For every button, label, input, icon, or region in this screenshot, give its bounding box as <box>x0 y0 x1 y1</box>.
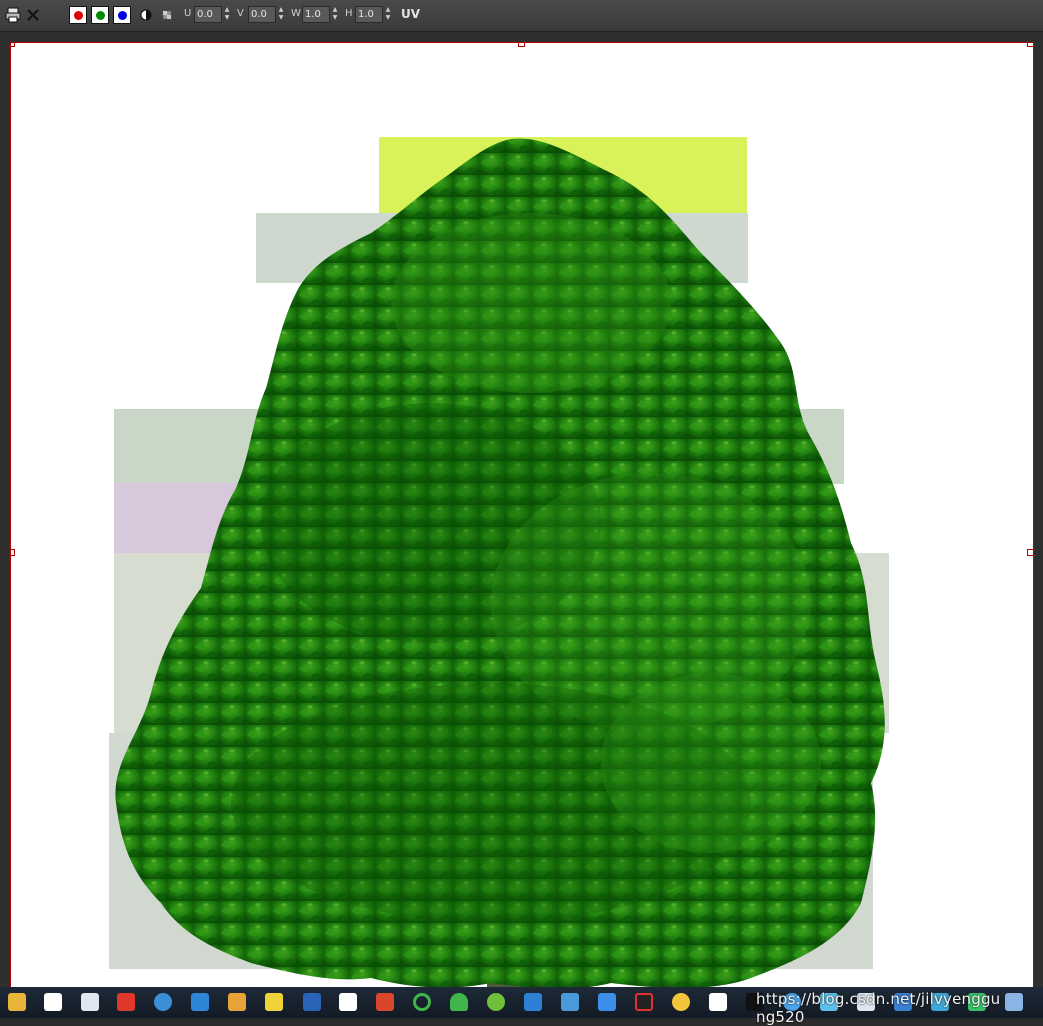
mail-icon[interactable] <box>561 993 579 1011</box>
v-label: V <box>237 8 244 19</box>
revit-icon[interactable] <box>303 993 321 1011</box>
v-input[interactable] <box>248 6 276 23</box>
tree-image <box>115 138 885 999</box>
checker-icon[interactable] <box>158 6 176 24</box>
browser-icon[interactable] <box>154 993 172 1011</box>
photos-icon[interactable] <box>228 993 246 1011</box>
contrast-icon[interactable] <box>137 6 155 24</box>
resize-handle-right[interactable] <box>1027 549 1033 556</box>
file-explorer-icon[interactable] <box>8 993 26 1011</box>
feishu-icon[interactable] <box>598 993 616 1011</box>
resize-handle-top-right[interactable] <box>1027 43 1033 47</box>
toolbar: U ▲▼ V ▲▼ W ▲▼ H ▲▼ UV <box>0 0 1043 32</box>
text-editor-icon[interactable] <box>44 993 62 1011</box>
wps-writer-icon[interactable] <box>376 993 394 1011</box>
red-channel-button[interactable] <box>69 6 87 24</box>
game-icon[interactable] <box>487 993 505 1011</box>
w-spinner[interactable]: ▲ ▼ <box>331 6 339 23</box>
wps-icon[interactable] <box>339 993 357 1011</box>
green-channel-button[interactable] <box>91 6 109 24</box>
uv-label: UV <box>401 7 421 21</box>
blue-channel-button[interactable] <box>113 6 131 24</box>
h-label: H <box>345 8 353 19</box>
h-input[interactable] <box>355 6 383 23</box>
green-dot-icon <box>96 11 105 20</box>
blue-dot-icon <box>118 11 127 20</box>
w-input[interactable] <box>302 6 330 23</box>
w-label: W <box>291 8 301 19</box>
u-input[interactable] <box>194 6 222 23</box>
notes-icon[interactable] <box>191 993 209 1011</box>
watermark-text: https://blog.csdn.net/jilvyenggu ng520 <box>756 990 1001 1026</box>
u-label: U <box>184 8 192 19</box>
resize-handle-left[interactable] <box>11 549 15 556</box>
resize-handle-top[interactable] <box>518 43 525 47</box>
record-icon[interactable] <box>635 993 653 1011</box>
u-spinner[interactable]: ▲ ▼ <box>223 6 231 23</box>
red-dot-icon <box>74 11 83 20</box>
xmind-icon[interactable] <box>117 993 135 1011</box>
h-spinner[interactable]: ▲ ▼ <box>384 6 392 23</box>
print-icon[interactable] <box>4 6 22 24</box>
table-icon[interactable] <box>524 993 542 1011</box>
close-icon[interactable] <box>24 6 42 24</box>
window-icon[interactable] <box>81 993 99 1011</box>
baidu-icon[interactable] <box>709 993 727 1011</box>
v-spinner[interactable]: ▲ ▼ <box>277 6 285 23</box>
qq-icon[interactable] <box>265 993 283 1011</box>
texture-canvas[interactable] <box>10 42 1034 1000</box>
texture-viewport <box>0 32 1043 1000</box>
cloud-icon[interactable] <box>450 993 468 1011</box>
resize-handle-top-left[interactable] <box>11 43 15 47</box>
star-icon[interactable] <box>672 993 690 1011</box>
loader-icon[interactable] <box>413 993 431 1011</box>
